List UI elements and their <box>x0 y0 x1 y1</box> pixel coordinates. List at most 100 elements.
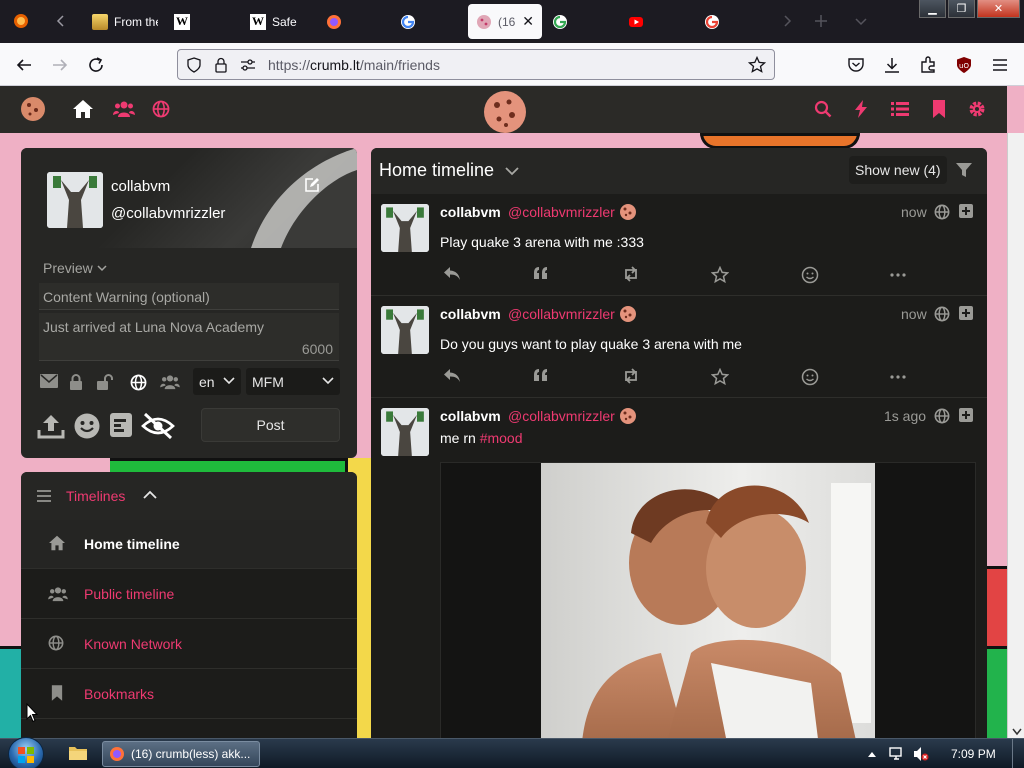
status-author-name[interactable]: collabvm <box>440 204 501 220</box>
show-new-button[interactable]: Show new (4) <box>849 156 947 184</box>
hashtag-link[interactable]: #mood <box>480 430 523 446</box>
tab-scroll-right-icon[interactable] <box>776 10 798 32</box>
back-icon[interactable] <box>12 53 36 77</box>
star-bookmark-icon[interactable] <box>748 56 766 74</box>
nav-item-public-timeline[interactable]: Public timeline <box>21 570 357 619</box>
chevron-down-icon[interactable] <box>505 167 519 176</box>
taskbar-clock[interactable]: 7:09 PM <box>951 747 996 761</box>
reply-icon[interactable] <box>443 266 461 284</box>
browser-tab[interactable]: W <box>166 4 240 39</box>
new-tab-icon[interactable] <box>810 10 832 32</box>
bookmark-icon[interactable] <box>928 98 950 120</box>
close-tab-icon[interactable]: ✕ <box>522 13 534 30</box>
globe-icon[interactable] <box>150 98 172 120</box>
file-explorer-button[interactable] <box>62 741 94 767</box>
network-icon[interactable] <box>889 746 905 762</box>
favorite-star-icon[interactable] <box>711 266 729 284</box>
ublock-icon[interactable]: uO <box>952 53 976 77</box>
timeline-title[interactable]: Home timeline <box>379 160 494 181</box>
shield-icon[interactable] <box>186 57 202 73</box>
permissions-icon[interactable] <box>240 58 256 72</box>
users-icon[interactable] <box>159 374 181 390</box>
post-textarea[interactable]: Just arrived at Luna Nova Academy <box>39 313 339 361</box>
preview-toggle[interactable]: Preview <box>43 260 107 276</box>
envelope-icon[interactable] <box>40 374 58 390</box>
expand-plus-icon[interactable] <box>959 306 973 320</box>
taskbar-firefox-window[interactable]: (16) crumb(less) akk... <box>102 741 260 767</box>
search-icon[interactable] <box>812 98 834 120</box>
browser-tab[interactable] <box>318 4 392 39</box>
status-author-name[interactable]: collabvm <box>440 408 501 424</box>
react-emoji-icon[interactable] <box>801 266 819 284</box>
lock-icon[interactable] <box>68 374 86 390</box>
page-scrollbar[interactable] <box>1007 133 1024 738</box>
language-select[interactable]: en <box>193 368 241 395</box>
poll-icon[interactable] <box>109 412 137 440</box>
status-author-handle[interactable]: @collabvmrizzler <box>508 204 615 220</box>
home-icon[interactable] <box>72 98 94 120</box>
tray-expand-icon[interactable] <box>867 750 877 758</box>
maximize-icon[interactable]: ❐ <box>948 0 975 18</box>
more-icon[interactable] <box>889 266 907 284</box>
list-icon[interactable] <box>889 98 911 120</box>
nav-item-home-timeline[interactable]: Home timeline <box>21 520 357 569</box>
filter-icon[interactable] <box>956 162 972 178</box>
edit-profile-icon[interactable] <box>304 177 322 195</box>
show-desktop-button[interactable] <box>1012 739 1024 768</box>
gear-icon[interactable] <box>966 98 988 120</box>
avatar[interactable] <box>47 172 103 228</box>
close-window-icon[interactable]: ✕ <box>977 0 1020 18</box>
forward-icon[interactable] <box>48 53 72 77</box>
url-text[interactable]: https://crumb.lt/main/friends <box>268 57 440 73</box>
upload-icon[interactable] <box>37 412 65 440</box>
unlock-icon[interactable] <box>96 374 114 390</box>
users-icon[interactable] <box>113 98 135 120</box>
react-emoji-icon[interactable] <box>801 368 819 386</box>
post-button[interactable]: Post <box>201 408 340 442</box>
address-bar[interactable]: https://crumb.lt/main/friends <box>177 49 775 80</box>
reply-icon[interactable] <box>443 368 461 386</box>
reload-icon[interactable] <box>84 53 108 77</box>
lightning-icon[interactable] <box>850 98 872 120</box>
expand-plus-icon[interactable] <box>959 408 973 422</box>
quote-icon[interactable] <box>533 266 551 284</box>
browser-tab[interactable] <box>696 4 770 39</box>
browser-tab[interactable]: W Safe <box>242 4 316 39</box>
nav-item-bookmarks[interactable]: Bookmarks <box>21 670 357 719</box>
expand-plus-icon[interactable] <box>959 204 973 218</box>
user-display-name[interactable]: collabvm <box>111 178 170 195</box>
more-icon[interactable] <box>889 368 907 386</box>
user-handle[interactable]: @collabvmrizzler <box>111 205 225 222</box>
favorite-star-icon[interactable] <box>711 368 729 386</box>
eye-slash-icon[interactable] <box>141 412 175 440</box>
lock-icon[interactable] <box>214 57 228 73</box>
start-button[interactable] <box>8 737 44 768</box>
status-timestamp[interactable]: now <box>901 204 927 220</box>
status-avatar[interactable] <box>381 408 429 456</box>
status-avatar[interactable] <box>381 306 429 354</box>
status-author-name[interactable]: collabvm <box>440 306 501 322</box>
status-media-attachment[interactable] <box>440 462 976 738</box>
status-author-handle[interactable]: @collabvmrizzler <box>508 408 615 424</box>
globe-icon[interactable] <box>130 374 148 391</box>
downloads-icon[interactable] <box>880 53 904 77</box>
quote-icon[interactable] <box>533 368 551 386</box>
tab-scroll-left-icon[interactable] <box>50 10 72 32</box>
browser-tab[interactable] <box>620 4 694 39</box>
firefox-view-icon[interactable] <box>10 10 32 32</box>
list-tabs-icon[interactable] <box>850 10 872 32</box>
status-timestamp[interactable]: 1s ago <box>884 408 926 424</box>
browser-tab[interactable]: From the <box>84 4 158 39</box>
menu-icon[interactable] <box>988 53 1012 77</box>
timelines-nav-header[interactable]: Timelines <box>21 472 357 520</box>
status-item[interactable]: collabvm @collabvmrizzler now Play quake… <box>371 194 987 296</box>
status-item[interactable]: collabvm @collabvmrizzler 1s ago me rn #… <box>371 398 987 738</box>
status-author-handle[interactable]: @collabvmrizzler <box>508 306 615 322</box>
nav-item-known-network[interactable]: Known Network <box>21 620 357 669</box>
content-warning-input[interactable]: Content Warning (optional) <box>39 283 339 310</box>
pocket-icon[interactable] <box>844 53 868 77</box>
browser-tab-active[interactable]: (16 ✕ <box>468 4 542 39</box>
cookie-logo-icon[interactable] <box>20 96 46 122</box>
format-select[interactable]: MFM <box>246 368 340 395</box>
cookie-center-logo-icon[interactable] <box>482 88 528 134</box>
